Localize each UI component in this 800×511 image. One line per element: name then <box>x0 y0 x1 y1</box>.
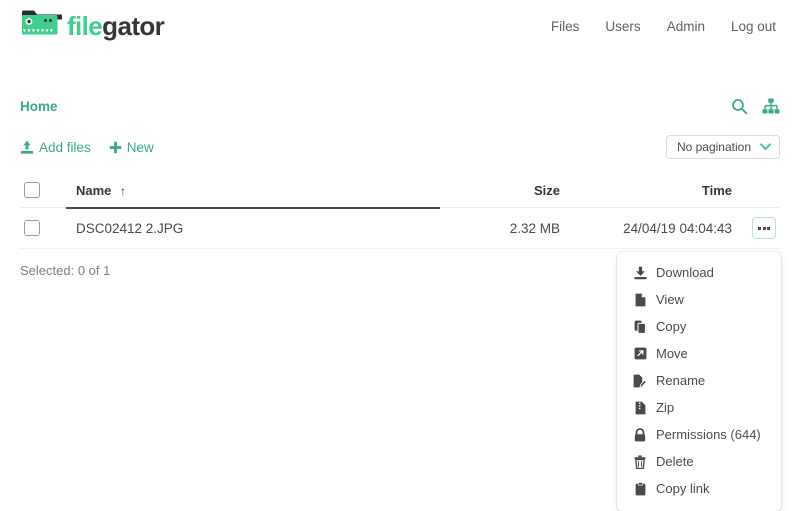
row-time: 24/04/19 04:04:43 <box>560 207 732 249</box>
row-name[interactable]: DSC02412 2.JPG <box>66 207 440 249</box>
table-header-row: Name ↑ Size Time <box>20 182 780 209</box>
menu-item-move[interactable]: Move <box>617 340 781 367</box>
copy-icon <box>633 320 647 334</box>
menu-item-download[interactable]: Download <box>617 259 781 286</box>
search-icon[interactable] <box>731 98 748 115</box>
lock-icon <box>633 427 647 442</box>
context-menu: Download View Copy Move Rename Zip Permi… <box>617 252 781 511</box>
upload-icon <box>20 140 34 154</box>
menu-item-copy-link[interactable]: Copy link <box>617 475 781 502</box>
row-checkbox[interactable] <box>24 220 40 236</box>
menu-label: Permissions (644) <box>656 427 761 442</box>
header-time[interactable]: Time <box>560 182 732 208</box>
trash-icon <box>633 455 647 469</box>
row-actions-cell <box>732 207 780 249</box>
brand-word-gator: gator <box>102 11 165 41</box>
breadcrumb-home[interactable]: Home <box>20 99 58 114</box>
pagination-selected-value: No pagination <box>676 140 751 154</box>
menu-label: View <box>656 292 684 307</box>
brand-word-file: file <box>67 11 103 41</box>
menu-label: Download <box>656 265 714 280</box>
menu-label: Zip <box>656 400 675 415</box>
chevron-down-icon <box>760 143 771 150</box>
select-all-checkbox[interactable] <box>24 182 40 198</box>
move-arrow-icon <box>633 347 647 360</box>
menu-item-copy[interactable]: Copy <box>617 313 781 340</box>
menu-item-view[interactable]: View <box>617 286 781 313</box>
nav-links: Files Users Admin Log out <box>551 19 776 34</box>
row-size: 2.32 MB <box>440 207 560 249</box>
menu-label: Copy <box>656 319 687 334</box>
nav-link-admin[interactable]: Admin <box>667 19 705 34</box>
nav-link-log-out[interactable]: Log out <box>731 19 776 34</box>
file-table: Name ↑ Size Time DSC02412 2.JPG 2.32 MB … <box>0 182 800 249</box>
pagination-select[interactable]: No pagination <box>665 135 780 159</box>
header-size[interactable]: Size <box>440 182 560 208</box>
brand-logo[interactable]: filegator <box>20 9 165 43</box>
menu-item-delete[interactable]: Delete <box>617 448 781 475</box>
ellipsis-icon[interactable] <box>752 217 776 239</box>
nav-link-users[interactable]: Users <box>605 19 640 34</box>
header-select-all <box>20 182 66 208</box>
table-head: Name ↑ Size Time <box>20 182 780 209</box>
row-select-cell <box>20 207 66 249</box>
menu-label: Delete <box>656 454 694 469</box>
menu-label: Move <box>656 346 688 361</box>
breadcrumb-tools <box>731 98 780 115</box>
file-archive-icon <box>633 401 647 415</box>
nav-link-files[interactable]: Files <box>551 19 580 34</box>
clipboard-icon <box>633 481 647 496</box>
menu-label: Rename <box>656 373 706 388</box>
brand-text: filegator <box>67 11 165 41</box>
menu-label: Copy link <box>656 481 710 496</box>
filegator-folder-gator-logo <box>22 10 62 35</box>
plus-icon <box>109 141 122 153</box>
new-button[interactable]: New <box>109 140 154 155</box>
table-row[interactable]: DSC02412 2.JPG 2.32 MB 24/04/19 04:04:43 <box>20 207 780 249</box>
menu-item-permissions[interactable]: Permissions (644) <box>617 421 781 448</box>
actions-row: Add files New No pagination <box>0 134 800 160</box>
table-body: DSC02412 2.JPG 2.32 MB 24/04/19 04:04:43 <box>20 207 780 249</box>
sitemap-icon[interactable] <box>762 98 780 114</box>
add-files-button[interactable]: Add files <box>20 140 91 155</box>
file-pen-icon <box>633 374 647 388</box>
header-name[interactable]: Name ↑ <box>66 182 440 209</box>
file-icon <box>633 293 647 307</box>
arrow-up-icon: ↑ <box>120 183 127 198</box>
header-name-label: Name <box>76 182 112 198</box>
new-label: New <box>126 139 154 155</box>
menu-item-zip[interactable]: Zip <box>617 394 781 421</box>
navbar: filegator Files Users Admin Log out <box>0 0 800 52</box>
files-table: Name ↑ Size Time DSC02412 2.JPG 2.32 MB … <box>20 182 780 249</box>
header-actions <box>732 182 780 208</box>
download-icon <box>633 266 647 280</box>
add-files-label: Add files <box>39 139 91 155</box>
menu-item-rename[interactable]: Rename <box>617 367 781 394</box>
breadcrumb-row: Home <box>0 96 800 116</box>
